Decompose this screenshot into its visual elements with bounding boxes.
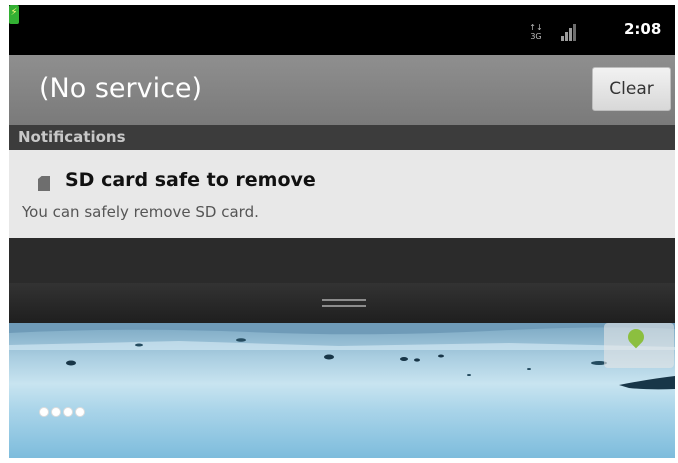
- home-page-indicator[interactable]: [39, 407, 85, 417]
- notification-body: You can safely remove SD card.: [22, 203, 259, 221]
- notification-item-sd-card[interactable]: SD card safe to remove You can safely re…: [9, 150, 675, 238]
- clear-button[interactable]: Clear: [592, 67, 671, 111]
- status-bar: ↑↓3G 2:08: [9, 5, 675, 55]
- notification-empty-area: [9, 238, 675, 283]
- carrier-header: (No service) Clear: [9, 55, 675, 125]
- drag-handle-icon: [322, 299, 366, 307]
- notifications-title: Notifications: [18, 128, 126, 146]
- carrier-title: (No service): [39, 73, 203, 104]
- android-market-icon: [624, 325, 648, 349]
- page-dot: [51, 407, 61, 417]
- 3g-data-icon: ↑↓ 3G: [529, 23, 543, 41]
- dock-app-tile[interactable]: [604, 323, 674, 368]
- page-dot: [75, 407, 85, 417]
- lake-wallpaper-image: [9, 323, 675, 390]
- sd-card-icon: [38, 176, 50, 191]
- device-screen: ↑↓3G 2:08 (No service) Clear Notificatio…: [9, 5, 675, 458]
- notification-drag-handle[interactable]: [9, 283, 675, 323]
- page-dot: [63, 407, 73, 417]
- notifications-header: Notifications: [9, 125, 675, 150]
- battery-charging-icon: [9, 5, 19, 24]
- signal-strength-icon: [561, 23, 579, 41]
- home-wallpaper: [9, 323, 675, 458]
- page-dot: [39, 407, 49, 417]
- status-time: 2:08: [624, 20, 662, 38]
- notification-title: SD card safe to remove: [65, 169, 316, 191]
